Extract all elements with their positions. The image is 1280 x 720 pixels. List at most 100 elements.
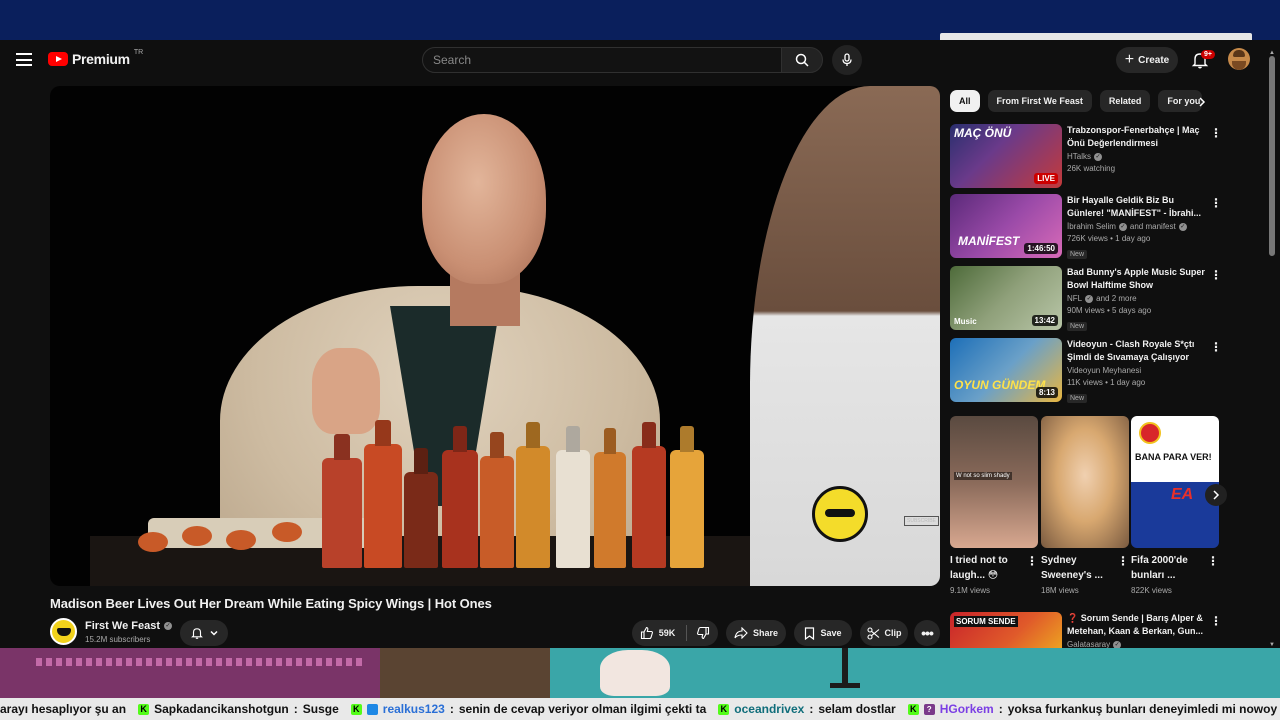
share-button[interactable]: Share — [726, 620, 786, 646]
vertical-dots-icon[interactable]: ⋮ — [1210, 340, 1222, 354]
thumbs-down-icon[interactable] — [696, 626, 710, 640]
account-avatar[interactable] — [1228, 48, 1250, 70]
galatasaray-logo — [1139, 422, 1161, 444]
verified-check-icon: ✓ — [1118, 222, 1127, 231]
video-player[interactable]: SUBSCRIBE — [50, 86, 940, 586]
recommendation-thumbnail[interactable]: Music 13:42 — [950, 266, 1062, 330]
video-frame-hot-sauce-bottle — [556, 450, 590, 568]
recommendation-title[interactable]: Trabzonspor-Fenerbahçe | Maç Önü Değerle… — [1067, 124, 1205, 150]
short-caption: BANA PARA VER! — [1135, 452, 1212, 462]
subscription-notifications-button[interactable] — [180, 620, 228, 646]
subscriber-count: 15.2M subscribers — [85, 635, 151, 644]
chips-next-button[interactable] — [1192, 92, 1212, 112]
recommendation-thumbnail[interactable]: OYUN GÜNDEM 8:13 — [950, 338, 1062, 402]
recommendation-channel[interactable]: HTalks ✓ — [1067, 152, 1205, 161]
short-item[interactable]: BANA PARA VER! EA Fifa 2000'de bunları .… — [1131, 416, 1219, 606]
new-badge: New — [1067, 394, 1088, 403]
bookmark-icon — [805, 626, 815, 640]
recommendation-item[interactable]: MAÇ ÖNÜ LIVE Trabzonspor-Fenerbahçe | Ma… — [950, 124, 1222, 188]
recommendation-channel[interactable]: Galatasaray ✓ — [1067, 640, 1205, 648]
voice-search-button[interactable] — [832, 45, 862, 75]
chat-ticker: arayı hesaplıyor şu an K Sapkadancikansh… — [0, 698, 1280, 720]
vertical-dots-icon[interactable]: ⋮ — [1210, 268, 1222, 282]
page-scrollbar[interactable]: ▲ ▼ — [1268, 50, 1276, 648]
vertical-dots-icon[interactable]: ⋮ — [1210, 614, 1222, 628]
recommendation-title[interactable]: Videoyun - Clash Royale S*çtı Şimdi de S… — [1067, 338, 1205, 364]
recommendation-title[interactable]: Bad Bunny's Apple Music Super Bowl Halft… — [1067, 266, 1205, 292]
recommendation-item[interactable]: SORUM SENDE ❓ Sorum Sende | Barış Alper … — [950, 612, 1222, 648]
subscribe-watermark[interactable]: SUBSCRIBE — [904, 516, 939, 526]
channel-avatar[interactable] — [50, 618, 77, 645]
chat-username: oceandrivex — [734, 702, 805, 716]
masthead: Premium TR + Create 9+ — [0, 40, 1280, 80]
recommendation-item[interactable]: OYUN GÜNDEM 8:13 Videoyun - Clash Royale… — [950, 338, 1222, 403]
related-filter-chips: All From First We Feast Related For you — [950, 90, 1203, 114]
short-thumbnail[interactable]: BANA PARA VER! EA — [1131, 416, 1219, 548]
shorts-next-button[interactable] — [1205, 484, 1227, 506]
short-thumbnail[interactable]: W not so slim shady — [950, 416, 1038, 548]
recommendation-title[interactable]: Bir Hayalle Geldik Biz Bu Günlere! "MANİ… — [1067, 194, 1205, 220]
kick-badge-icon: K — [718, 703, 730, 715]
ticker-message: arayı hesaplıyor şu an — [0, 702, 126, 716]
chat-username: realkus123 — [382, 702, 445, 716]
short-views: 9.1M views — [950, 586, 991, 595]
horizontal-dots-icon: ••• — [921, 625, 934, 641]
recommendation-title[interactable]: ❓ Sorum Sende | Barış Alper & Metehan, K… — [1067, 612, 1205, 638]
apple-music-logo: Music — [954, 317, 977, 326]
new-badge: New — [1067, 250, 1088, 259]
channel-label: Galatasaray — [1067, 640, 1111, 648]
vertical-dots-icon[interactable]: ⋮ — [1207, 554, 1219, 568]
chat-username: Sapkadancikanshotgun — [154, 702, 289, 716]
search-button[interactable] — [781, 47, 823, 73]
vertical-dots-icon[interactable]: ⋮ — [1117, 554, 1129, 568]
chat-message-text: senin de cevap veriyor olman ilgimi çekt… — [458, 702, 707, 716]
scrollbar-thumb[interactable] — [1269, 56, 1275, 256]
thumbnail-text: OYUN GÜNDEM — [954, 378, 1046, 392]
short-item[interactable]: Sydney Sweeney's ... 18M views ⋮ — [1041, 416, 1129, 606]
thumbs-up-icon[interactable] — [640, 626, 654, 640]
recommendation-item[interactable]: MANİFEST 1:46:50 Bir Hayalle Geldik Biz … — [950, 194, 1222, 259]
video-frame-hot-sauce-bottle — [442, 450, 478, 568]
video-frame-hot-sauce-bottle — [364, 444, 402, 568]
create-button[interactable]: + Create — [1116, 47, 1178, 73]
short-item[interactable]: W not so slim shady I tried not to laugh… — [950, 416, 1038, 606]
thumbnail-text: SORUM SENDE — [954, 616, 1018, 627]
clip-button[interactable]: Clip — [860, 620, 908, 646]
more-actions-button[interactable]: ••• — [914, 620, 940, 646]
stream-top-banner — [0, 0, 1280, 40]
search-input[interactable] — [423, 48, 781, 72]
youtube-premium-logo[interactable]: Premium TR — [48, 49, 143, 67]
recommendation-thumbnail[interactable]: MANİFEST 1:46:50 — [950, 194, 1062, 258]
recommendation-channel[interactable]: NFL ✓ and 2 more — [1067, 294, 1205, 303]
chip-all[interactable]: All — [950, 90, 980, 112]
shorts-shelf: W not so slim shady I tried not to laugh… — [950, 416, 1220, 606]
recommendation-thumbnail[interactable]: SORUM SENDE — [950, 612, 1062, 648]
chat-message-text: Susge — [302, 702, 339, 716]
recommendation-channel[interactable]: Videoyun Meyhanesi — [1067, 366, 1205, 375]
recommendation-item[interactable]: Music 13:42 Bad Bunny's Apple Music Supe… — [950, 266, 1222, 333]
chip-from-channel[interactable]: From First We Feast — [987, 90, 1092, 112]
save-button[interactable]: Save — [794, 620, 852, 646]
vertical-dots-icon[interactable]: ⋮ — [1026, 554, 1038, 568]
menu-icon[interactable] — [16, 53, 32, 66]
short-thumbnail[interactable] — [1041, 416, 1129, 548]
channel-name: First We Feast — [85, 620, 160, 632]
share-label: Share — [752, 628, 778, 638]
create-label: Create — [1138, 54, 1170, 66]
channel-label: NFL — [1067, 294, 1083, 303]
vertical-dots-icon[interactable]: ⋮ — [1210, 126, 1222, 140]
recommendation-meta: Bad Bunny's Apple Music Super Bowl Halft… — [1067, 266, 1205, 333]
recommendation-channel[interactable]: İbrahim Selim ✓ and manifest ✓ — [1067, 222, 1205, 231]
vertical-dots-icon[interactable]: ⋮ — [1210, 196, 1222, 210]
chip-related[interactable]: Related — [1099, 90, 1151, 112]
video-duration: 1:46:50 — [1024, 243, 1058, 254]
channel-extra-label: and manifest — [1129, 222, 1176, 231]
game-cat-sprite — [600, 650, 670, 696]
channel-name-link[interactable]: First We Feast ✓ — [85, 620, 172, 632]
like-count[interactable]: 59K — [659, 628, 676, 638]
video-title: Madison Beer Lives Out Her Dream While E… — [50, 596, 492, 611]
recommendation-meta: Trabzonspor-Fenerbahçe | Maç Önü Değerle… — [1067, 124, 1205, 173]
chevron-right-icon — [1213, 490, 1220, 500]
video-frame-hot-sauce-bottle — [670, 450, 704, 568]
recommendation-thumbnail[interactable]: MAÇ ÖNÜ LIVE — [950, 124, 1062, 188]
